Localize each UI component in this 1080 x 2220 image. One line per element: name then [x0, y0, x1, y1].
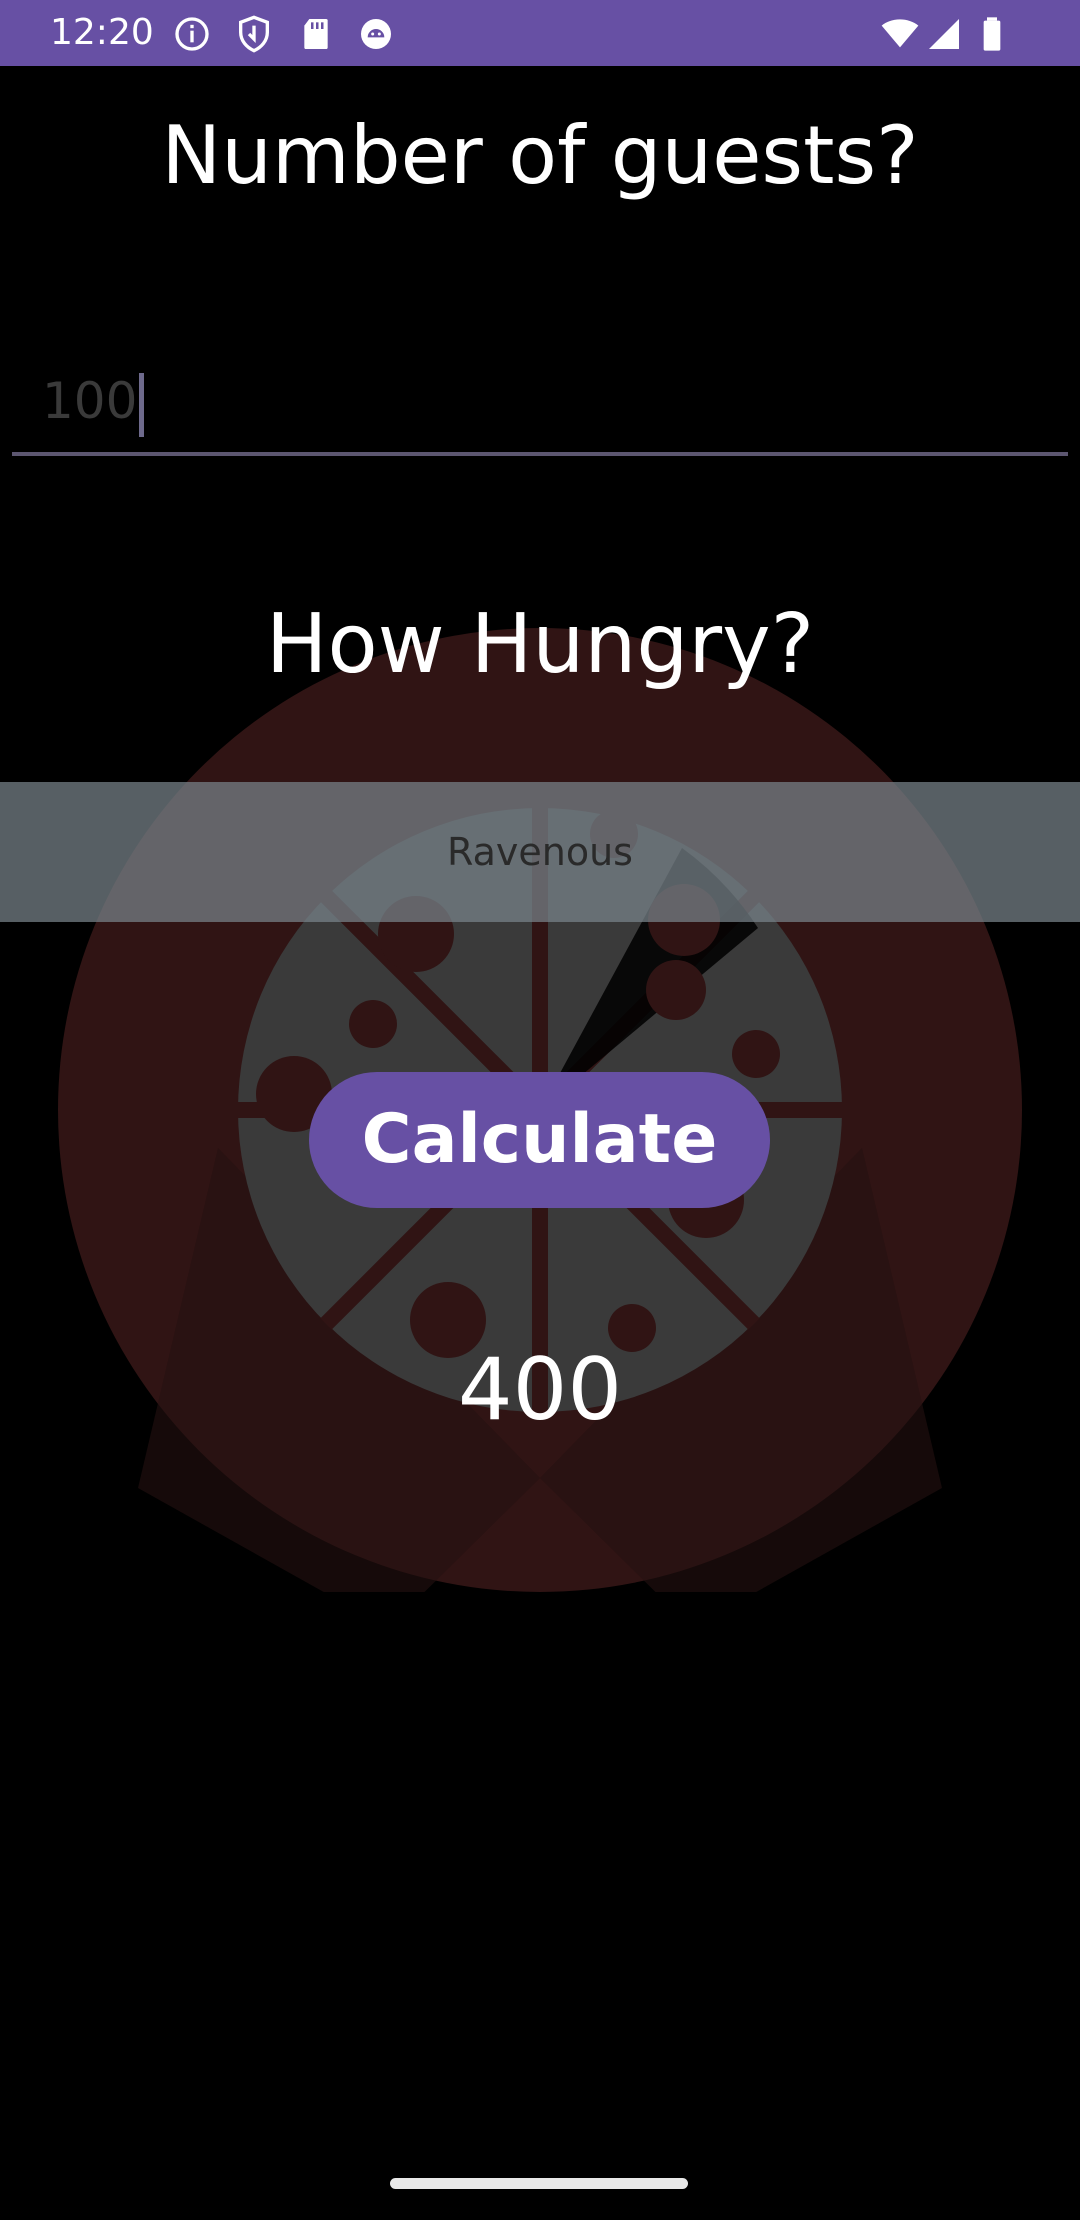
text-cursor — [139, 372, 145, 437]
wifi-icon — [880, 14, 920, 54]
calculate-button[interactable]: Calculate — [309, 1072, 770, 1208]
info-icon — [172, 14, 212, 54]
gesture-nav-handle[interactable] — [390, 2178, 688, 2189]
battery-icon — [972, 14, 1012, 54]
guests-input-value[interactable]: 100 — [42, 370, 145, 437]
sd-card-icon — [296, 14, 336, 54]
hungry-title: How Hungry? — [265, 597, 815, 692]
hunger-picker-selected[interactable]: Ravenous — [0, 782, 1080, 922]
result-value: 400 — [457, 1340, 623, 1440]
signal-icon — [924, 14, 964, 54]
status-bar: 12:20 — [0, 0, 1080, 66]
guests-input[interactable]: 100 — [12, 340, 1068, 456]
guests-title: Number of guests? — [161, 109, 919, 202]
guests-value-text: 100 — [42, 372, 138, 430]
status-time: 12:20 — [50, 12, 154, 53]
hunger-picker[interactable]: Ravenous — [0, 782, 1080, 922]
android-debug-icon — [356, 14, 396, 54]
shield-icon — [234, 14, 274, 54]
